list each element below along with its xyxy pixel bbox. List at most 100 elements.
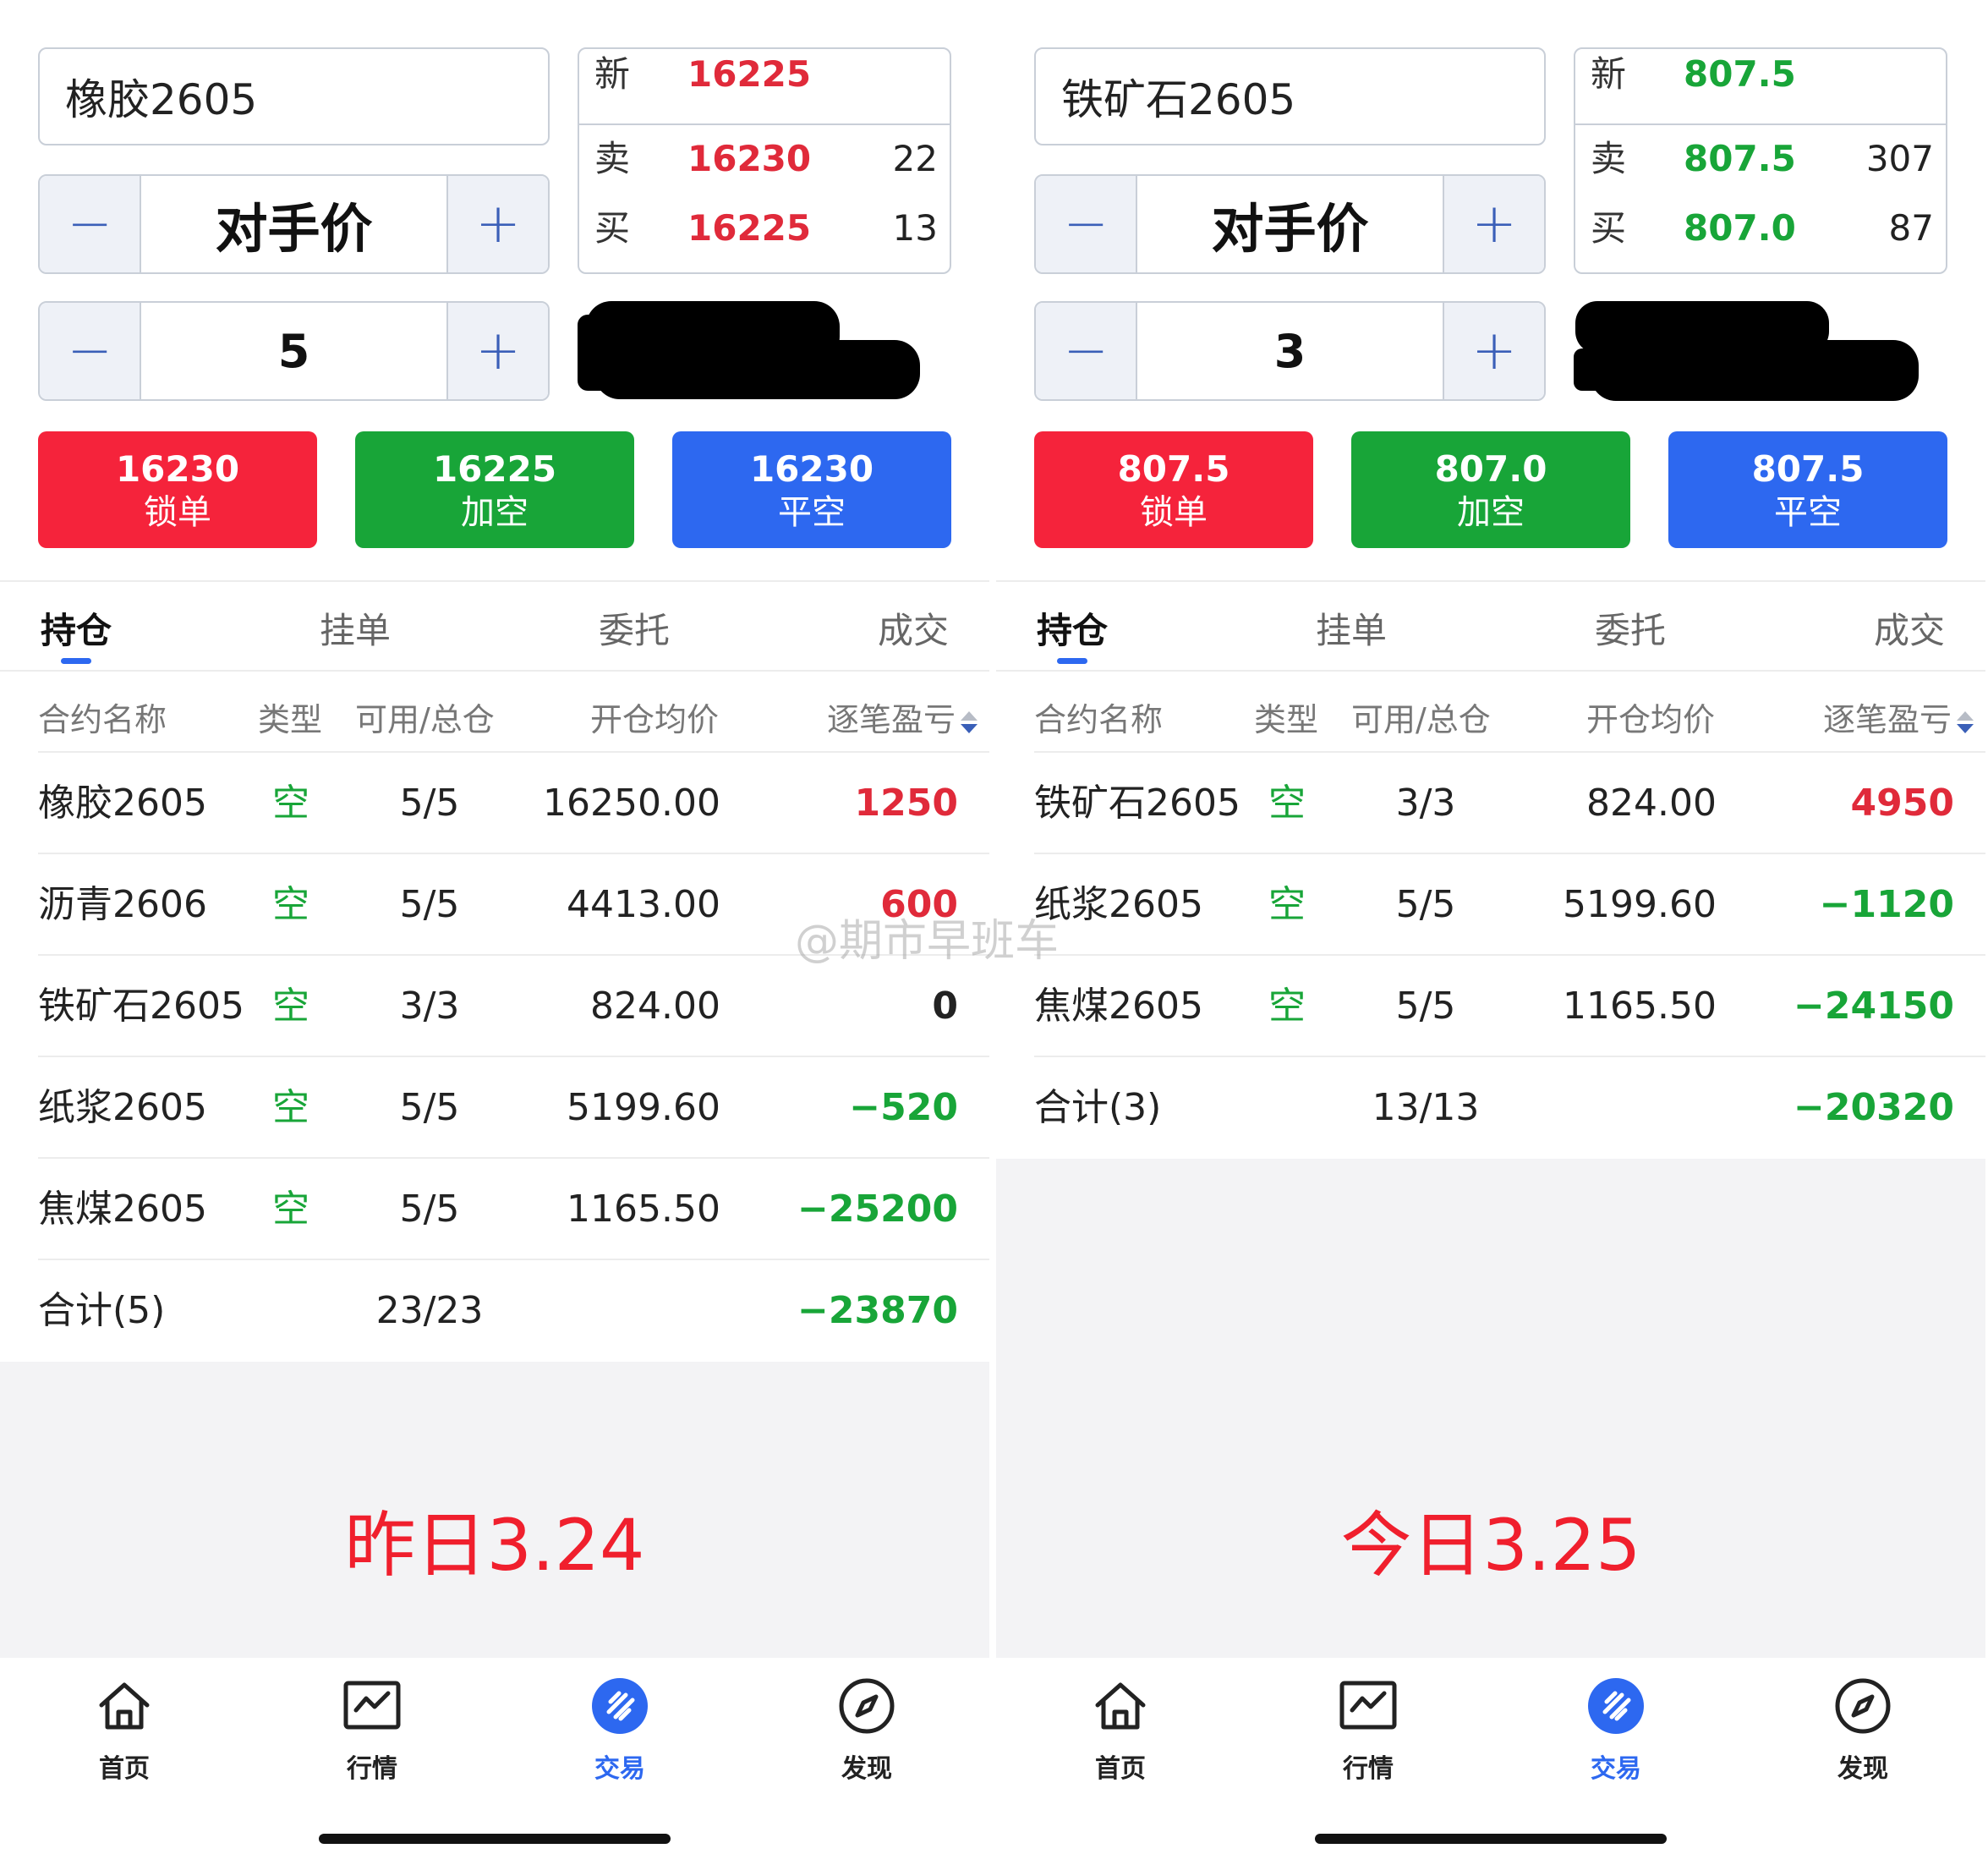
add-short-price: 16225 bbox=[432, 448, 557, 490]
cell-open-avg-price: 5199.60 bbox=[567, 1086, 720, 1129]
home-indicator bbox=[319, 1834, 671, 1844]
tab-pending-orders[interactable]: 挂单 bbox=[320, 602, 391, 654]
tab-positions[interactable]: 持仓 bbox=[1037, 602, 1108, 654]
quantity-stepper: − 3 + bbox=[1034, 301, 1546, 401]
cell-available-total: 3/3 bbox=[1395, 782, 1456, 825]
close-short-button[interactable]: 16230 平空 bbox=[672, 431, 951, 548]
quantity-increase-button[interactable]: + bbox=[446, 303, 548, 399]
quantity-stepper: − 5 + bbox=[38, 301, 550, 401]
lock-order-button[interactable]: 16230 锁单 bbox=[38, 431, 317, 548]
table-row[interactable]: 橡胶2605 空 5/5 16250.00 1250 bbox=[0, 753, 989, 854]
table-row[interactable]: 纸浆2605 空 5/5 5199.60 −520 bbox=[0, 1057, 989, 1159]
price-decrease-button[interactable]: − bbox=[40, 176, 141, 272]
add-short-button[interactable]: 16225 加空 bbox=[355, 431, 634, 548]
column-header-available-total: 可用/总仓 bbox=[355, 701, 495, 738]
lock-order-label: 锁单 bbox=[144, 493, 211, 532]
cell-open-avg-price: 824.00 bbox=[590, 985, 720, 1028]
cell-type: 空 bbox=[272, 1086, 309, 1129]
tab-orders[interactable]: 委托 bbox=[1595, 602, 1666, 654]
quote-sell-volume: 22 bbox=[892, 138, 938, 179]
table-row[interactable]: 铁矿石2605 空 3/3 824.00 4950 bbox=[996, 753, 1985, 854]
home-indicator bbox=[1315, 1834, 1667, 1844]
tab-orders[interactable]: 委托 bbox=[599, 602, 670, 654]
quote-label-new: 新 bbox=[1591, 53, 1627, 95]
cell-open-avg-price: 5199.60 bbox=[1563, 883, 1717, 926]
nav-item-home[interactable]: 首页 bbox=[1061, 1676, 1180, 1785]
trade-panel-today: 铁矿石2605 新 807.5 卖 807.5 307 买 807.0 87 −… bbox=[996, 0, 1985, 1865]
cell-contract-name: 纸浆2605 bbox=[1034, 883, 1203, 926]
total-row: 合计(3) 13/13 −20320 bbox=[996, 1057, 1985, 1159]
lock-order-button[interactable]: 807.5 锁单 bbox=[1034, 431, 1313, 548]
cell-available-total: 5/5 bbox=[1395, 985, 1456, 1028]
cell-available-total: 5/5 bbox=[399, 883, 460, 926]
cell-available-total: 3/3 bbox=[399, 985, 460, 1028]
cell-type: 空 bbox=[272, 782, 309, 825]
close-short-button[interactable]: 807.5 平空 bbox=[1668, 431, 1947, 548]
quote-row-new: 新 807.5 bbox=[1575, 49, 1946, 100]
lock-order-price: 16230 bbox=[115, 448, 240, 490]
quantity-value[interactable]: 5 bbox=[141, 303, 446, 399]
add-short-button[interactable]: 807.0 加空 bbox=[1351, 431, 1630, 548]
price-mode-value[interactable]: 对手价 bbox=[141, 176, 446, 272]
close-short-price: 807.5 bbox=[1751, 448, 1865, 490]
cell-type: 空 bbox=[1268, 985, 1306, 1028]
nav-item-trade[interactable]: 交易 bbox=[1557, 1676, 1675, 1785]
sort-icon[interactable] bbox=[1957, 710, 1974, 735]
section-divider bbox=[996, 580, 1985, 582]
table-row[interactable]: 纸浆2605 空 5/5 5199.60 −1120 bbox=[996, 854, 1985, 956]
column-header-available-total: 可用/总仓 bbox=[1351, 701, 1491, 738]
price-mode-value[interactable]: 对手价 bbox=[1137, 176, 1443, 272]
lock-order-label: 锁单 bbox=[1140, 493, 1208, 532]
watermark: @期市早班车 bbox=[795, 916, 1060, 967]
nav-item-trade[interactable]: 交易 bbox=[561, 1676, 679, 1785]
compass-icon bbox=[837, 1676, 896, 1736]
table-row[interactable]: 焦煤2605 空 5/5 1165.50 −25200 bbox=[0, 1159, 989, 1260]
quantity-decrease-button[interactable]: − bbox=[40, 303, 141, 399]
nav-label-discover: 发现 bbox=[1837, 1754, 1888, 1784]
quote-divider bbox=[1575, 123, 1946, 125]
trade-icon bbox=[590, 1676, 649, 1736]
tabs-divider bbox=[0, 670, 989, 672]
nav-item-market[interactable]: 行情 bbox=[1309, 1676, 1427, 1785]
table-row[interactable]: 焦煤2605 空 5/5 1165.50 −24150 bbox=[996, 956, 1985, 1057]
cell-pnl: −25200 bbox=[797, 1188, 958, 1231]
redaction-scribble bbox=[578, 301, 920, 399]
column-header-type: 类型 bbox=[1254, 701, 1319, 738]
table-row[interactable]: 铁矿石2605 空 3/3 824.00 0 bbox=[0, 956, 989, 1057]
home-icon bbox=[1091, 1676, 1150, 1736]
contract-selector[interactable]: 橡胶2605 bbox=[38, 47, 550, 145]
column-header-pnl[interactable]: 逐笔盈亏 bbox=[1823, 694, 1974, 740]
quantity-decrease-button[interactable]: − bbox=[1036, 303, 1137, 399]
quantity-value[interactable]: 3 bbox=[1137, 303, 1443, 399]
total-row: 合计(5) 23/23 −23870 bbox=[0, 1260, 989, 1362]
sort-icon[interactable] bbox=[961, 710, 978, 735]
nav-item-home[interactable]: 首页 bbox=[65, 1676, 183, 1785]
section-divider bbox=[0, 580, 989, 582]
quote-row-sell: 卖 16230 22 bbox=[579, 134, 950, 184]
tab-pending-orders[interactable]: 挂单 bbox=[1316, 602, 1387, 654]
quote-row-sell: 卖 807.5 307 bbox=[1575, 134, 1946, 184]
nav-item-market[interactable]: 行情 bbox=[313, 1676, 431, 1785]
cell-pnl: 4950 bbox=[1850, 782, 1954, 825]
nav-item-discover[interactable]: 发现 bbox=[1804, 1676, 1922, 1785]
column-header-open-avg-price: 开仓均价 bbox=[590, 701, 720, 738]
tab-trades[interactable]: 成交 bbox=[1874, 602, 1945, 654]
nav-item-discover[interactable]: 发现 bbox=[808, 1676, 926, 1785]
column-header-contract: 合约名称 bbox=[1034, 701, 1164, 738]
date-annotation: 今日3.25 bbox=[1340, 1504, 1641, 1587]
quantity-increase-button[interactable]: + bbox=[1443, 303, 1544, 399]
tab-positions[interactable]: 持仓 bbox=[41, 602, 112, 654]
price-increase-button[interactable]: + bbox=[446, 176, 548, 272]
cell-type: 空 bbox=[272, 985, 309, 1028]
price-decrease-button[interactable]: − bbox=[1036, 176, 1137, 272]
quote-row-buy: 买 16225 13 bbox=[579, 203, 950, 254]
contract-selector[interactable]: 铁矿石2605 bbox=[1034, 47, 1546, 145]
column-header-pnl[interactable]: 逐笔盈亏 bbox=[827, 694, 978, 740]
quote-label-buy: 买 bbox=[1591, 207, 1627, 249]
price-increase-button[interactable]: + bbox=[1443, 176, 1544, 272]
tab-trades[interactable]: 成交 bbox=[878, 602, 949, 654]
cell-open-avg-price: 1165.50 bbox=[1563, 985, 1717, 1028]
lock-order-price: 807.5 bbox=[1117, 448, 1230, 490]
cell-type: 空 bbox=[272, 1188, 309, 1231]
trade-icon bbox=[1586, 1676, 1646, 1736]
